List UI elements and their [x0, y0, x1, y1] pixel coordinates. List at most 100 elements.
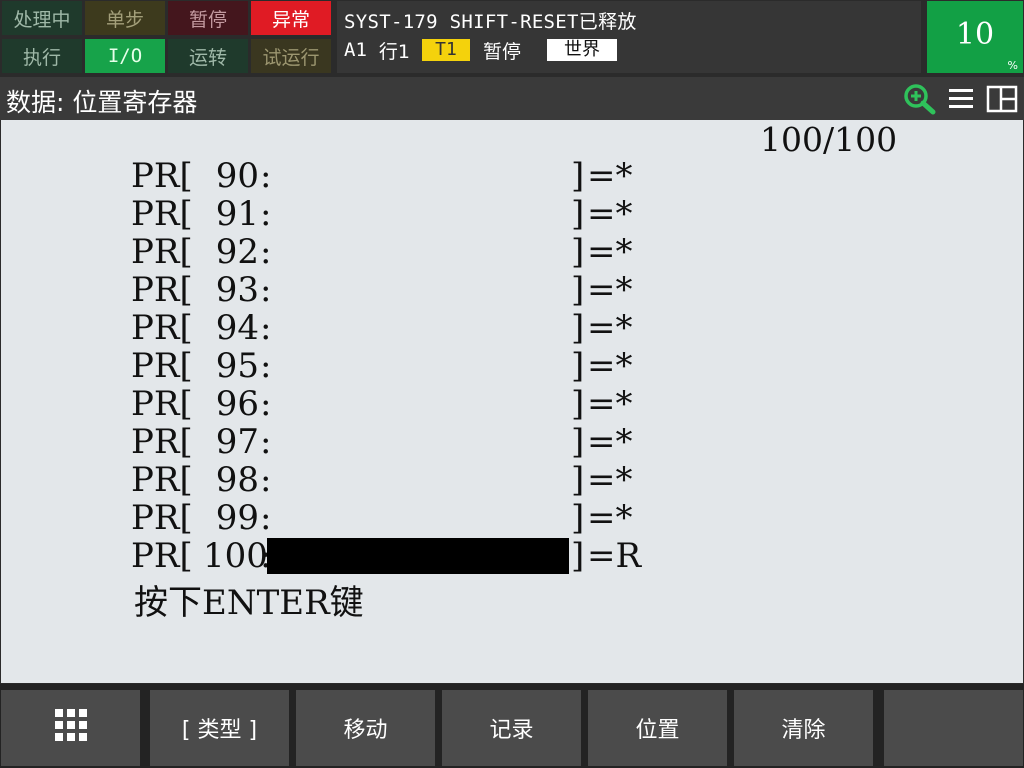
pr-label: PR[ — [131, 422, 193, 462]
pr-value: =* — [587, 422, 633, 462]
softkey-bar: [ 类型 ] 移动 记录 位置 清除 — [0, 684, 1024, 768]
pr-index: 97 — [215, 422, 259, 462]
pr-label: PR[ — [131, 460, 193, 500]
pr-value: =* — [587, 346, 633, 386]
line-label: 行1 — [378, 40, 410, 63]
pr-comment[interactable] — [267, 196, 569, 232]
pr-row[interactable]: PR[95:] =* — [131, 348, 671, 384]
pr-label: PR[ — [131, 270, 193, 310]
status-prod: 运转 — [168, 39, 248, 73]
register-list: 100/100 PR[90:] =* PR[91:] =* PR[92:] =* PR[93… — [1, 120, 1023, 683]
pr-comment[interactable] — [267, 462, 569, 498]
pr-comment[interactable] — [267, 500, 569, 536]
pr-index: 92 — [215, 232, 259, 272]
coord-system-badge: 世界 — [547, 39, 617, 61]
status-io: I/O — [85, 39, 165, 73]
pr-close-bracket: ] — [571, 536, 585, 576]
pr-close-bracket: ] — [571, 498, 585, 538]
pr-value: =* — [587, 232, 633, 272]
pr-comment[interactable] — [267, 234, 569, 270]
speed-override[interactable]: 10 % — [927, 1, 1023, 73]
pr-comment[interactable] — [267, 272, 569, 308]
pr-value: =* — [587, 308, 633, 348]
tool-badge: T1 — [421, 39, 470, 61]
run-state-label: 暂停 — [482, 40, 521, 63]
pr-label: PR[ — [131, 232, 193, 272]
pr-close-bracket: ] — [571, 270, 585, 310]
status-hold: 暂停 — [168, 1, 248, 35]
speed-value: 10 — [955, 17, 995, 52]
item-counter: 100/100 — [760, 120, 898, 159]
clear-button[interactable]: 清除 — [734, 690, 873, 766]
pr-index: 93 — [215, 270, 259, 310]
pr-row[interactable]: PR[93:] =* — [131, 272, 671, 308]
pr-value: =* — [587, 460, 633, 500]
pr-row[interactable]: PR[99:] =* — [131, 500, 671, 536]
status-fault: 异常 — [251, 1, 331, 35]
status-processing: 处理中 — [2, 1, 82, 35]
pr-row[interactable]: PR[97:] =* — [131, 424, 671, 460]
pr-row[interactable]: PR[94:] =* — [131, 310, 671, 346]
pr-index: 91 — [215, 194, 259, 234]
pr-row[interactable]: PR[90:] =* — [131, 158, 671, 194]
message-panel[interactable]: SYST-179 SHIFT-RESET已释放 A1 行1 T1 暂停 世界 — [337, 1, 921, 73]
zoom-in-icon[interactable] — [903, 83, 937, 119]
pr-value: =* — [587, 498, 633, 538]
pr-row[interactable]: PR[96:] =* — [131, 386, 671, 422]
pr-index: 90 — [215, 156, 259, 196]
pr-comment[interactable] — [267, 538, 569, 574]
pr-index: 99 — [215, 498, 259, 538]
prompt-text: 按下ENTER键 — [134, 583, 364, 623]
pr-label: PR[ — [131, 536, 193, 576]
pr-label: PR[ — [131, 194, 193, 234]
pr-label: PR[ — [131, 308, 193, 348]
pr-row[interactable]: PR[91:] =* — [131, 196, 671, 232]
pr-close-bracket: ] — [571, 156, 585, 196]
pr-value: =R — [587, 536, 642, 576]
position-button[interactable]: 位置 — [588, 690, 727, 766]
program-status-line: A1 行1 T1 暂停 世界 — [344, 38, 617, 63]
pr-comment[interactable] — [267, 424, 569, 460]
pr-close-bracket: ] — [571, 346, 585, 386]
status-step: 单步 — [85, 1, 165, 35]
pr-close-bracket: ] — [571, 460, 585, 500]
pr-row[interactable]: PR[98:] =* — [131, 462, 671, 498]
pr-close-bracket: ] — [571, 232, 585, 272]
record-button[interactable]: 记录 — [442, 690, 581, 766]
grid-icon — [54, 708, 88, 748]
move-button[interactable]: 移动 — [296, 690, 435, 766]
pr-row[interactable]: PR[100:] =R — [131, 538, 671, 574]
split-view-icon[interactable] — [985, 83, 1019, 119]
pr-comment[interactable] — [267, 310, 569, 346]
menu-grid-button[interactable] — [1, 690, 140, 766]
pr-close-bracket: ] — [571, 384, 585, 424]
speed-unit: % — [1007, 59, 1018, 72]
pr-label: PR[ — [131, 498, 193, 538]
pr-comment[interactable] — [267, 158, 569, 194]
pr-comment[interactable] — [267, 348, 569, 384]
type-button[interactable]: [ 类型 ] — [150, 690, 289, 766]
pr-value: =* — [587, 270, 633, 310]
pr-value: =* — [587, 156, 633, 196]
pr-comment[interactable] — [267, 386, 569, 422]
pr-label: PR[ — [131, 384, 193, 424]
blank-softkey[interactable] — [884, 690, 1023, 766]
title-bar: 数据: 位置寄存器 — [0, 77, 1024, 120]
pr-row[interactable]: PR[92:] =* — [131, 234, 671, 270]
pr-close-bracket: ] — [571, 194, 585, 234]
pr-value: =* — [587, 194, 633, 234]
status-run: 执行 — [2, 39, 82, 73]
pr-close-bracket: ] — [571, 308, 585, 348]
page-title: 数据: 位置寄存器 — [6, 88, 198, 117]
pr-index: 100 — [203, 536, 268, 576]
alarm-message: SYST-179 SHIFT-RESET已释放 — [344, 11, 637, 33]
group-label: A1 — [344, 39, 367, 61]
status-test-cycle: 试运行 — [251, 39, 331, 73]
pr-close-bracket: ] — [571, 422, 585, 462]
pr-label: PR[ — [131, 346, 193, 386]
pr-value: =* — [587, 384, 633, 424]
pr-index: 96 — [215, 384, 259, 424]
pr-index: 95 — [215, 346, 259, 386]
menu-icon[interactable] — [947, 83, 975, 119]
pr-index: 94 — [215, 308, 259, 348]
